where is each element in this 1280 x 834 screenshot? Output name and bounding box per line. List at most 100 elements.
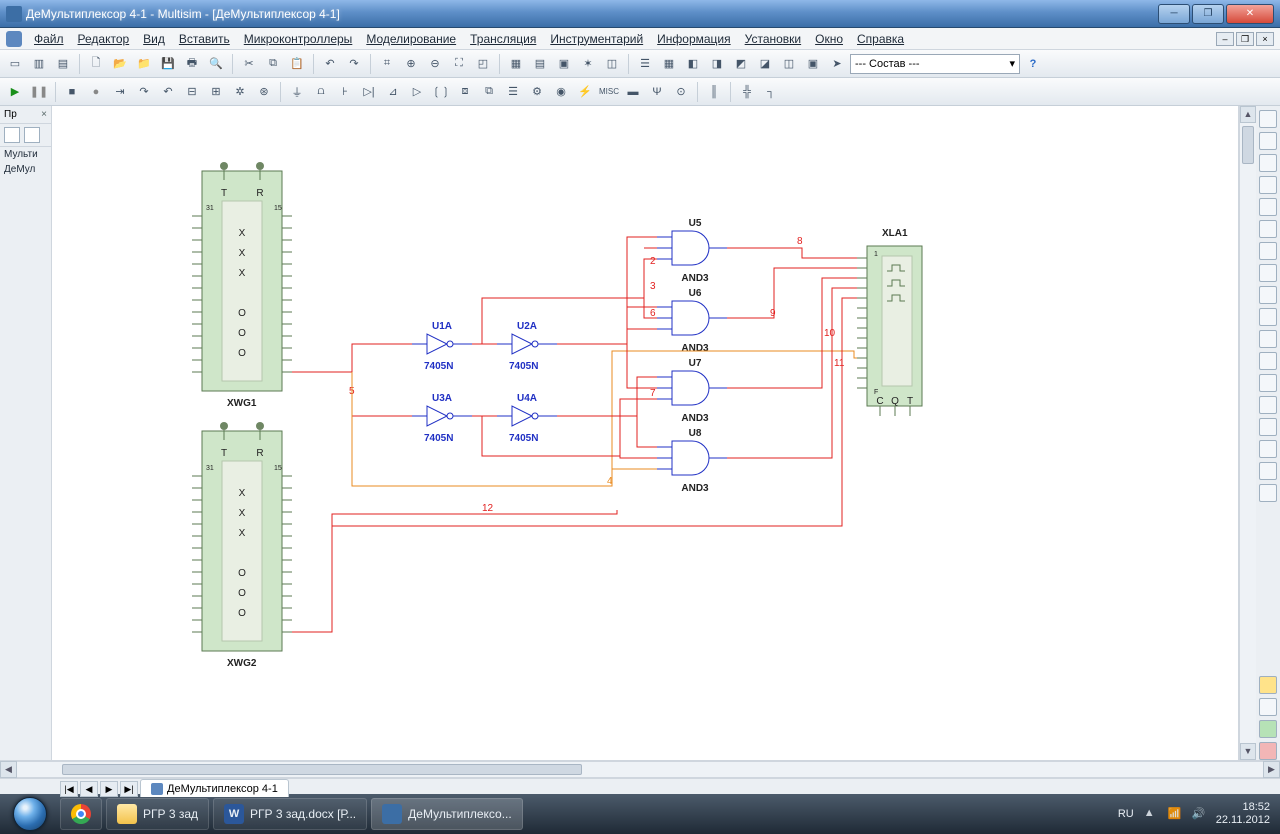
instr-tkosc-icon[interactable] [1259, 484, 1277, 502]
taskbar-chrome[interactable] [60, 798, 102, 830]
open-file-icon[interactable]: 📂 [109, 53, 131, 75]
zoom-in-icon[interactable]: ⊕ [400, 53, 422, 75]
window-close-button[interactable]: ✕ [1226, 4, 1274, 24]
taskbar-word[interactable]: WРГР 3 зад.docx [Р... [213, 798, 367, 830]
component-xwg1[interactable]: T R 31 15 X X X O O O XWG1 [192, 162, 292, 409]
place-wire-icon[interactable]: ┐ [760, 81, 782, 103]
sim-tool-b-icon[interactable]: ⊞ [205, 81, 227, 103]
print-preview-icon[interactable]: 🔍 [205, 53, 227, 75]
scroll-right-icon[interactable]: ▶ [1263, 761, 1280, 778]
component-u3a[interactable]: U3A 7405N [412, 393, 472, 444]
instr-current-icon[interactable] [1259, 698, 1277, 716]
print-icon[interactable]: 🖶 [181, 53, 203, 75]
cut-icon[interactable]: ✂ [238, 53, 260, 75]
grapher-icon[interactable]: ✶ [577, 53, 599, 75]
place-misc-icon[interactable]: ☰ [502, 81, 524, 103]
place-transistor-icon[interactable]: ⊿ [382, 81, 404, 103]
place-rf-icon[interactable]: ▬ [622, 81, 644, 103]
start-button[interactable] [4, 796, 56, 832]
step-out-icon[interactable]: ↶ [157, 81, 179, 103]
instr-agosc-icon[interactable] [1259, 462, 1277, 480]
place-component-icon[interactable]: ▦ [505, 53, 527, 75]
zoom-selection-icon[interactable]: ◰ [472, 53, 494, 75]
menu-help[interactable]: Справка [851, 30, 910, 48]
tray-volume-icon[interactable]: 🔊 [1192, 807, 1206, 821]
place-cmos-icon[interactable]: ⧈ [454, 81, 476, 103]
tab-nav-first[interactable]: |◀ [60, 781, 78, 797]
tool-f-icon[interactable]: ▣ [802, 53, 824, 75]
step-over-icon[interactable]: ↷ [133, 81, 155, 103]
sim-tool-c-icon[interactable]: ✲ [229, 81, 251, 103]
tool-d-icon[interactable]: ◪ [754, 53, 776, 75]
scroll-up-icon[interactable]: ▲ [1240, 106, 1256, 123]
instr-labview-icon[interactable] [1259, 676, 1277, 694]
component-u8[interactable]: U8 AND3 [657, 428, 727, 494]
run-icon[interactable]: ▶ [4, 81, 26, 103]
instr-network-icon[interactable] [1259, 396, 1277, 414]
toggle-legends-icon[interactable]: ☰ [634, 53, 656, 75]
component-u7[interactable]: U7 AND3 [657, 358, 727, 424]
compose-dropdown[interactable]: --- Состав ---▾ [850, 54, 1020, 74]
instr-probe-icon[interactable] [1259, 720, 1277, 738]
menu-transfer[interactable]: Трансляция [464, 30, 542, 48]
menu-options[interactable]: Установки [739, 30, 807, 48]
place-resistor-icon[interactable]: ⩍ [310, 81, 332, 103]
design-toolbox-close-icon[interactable]: × [41, 109, 47, 120]
instr-4scope-icon[interactable] [1259, 198, 1277, 216]
tool-b-icon[interactable]: ◨ [706, 53, 728, 75]
save-icon[interactable]: 💾 [157, 53, 179, 75]
component-u6[interactable]: U6 AND3 [657, 288, 727, 354]
spreadsheet-icon[interactable]: ▤ [529, 53, 551, 75]
scroll-left-icon[interactable]: ◀ [0, 761, 17, 778]
record-icon[interactable]: ● [85, 81, 107, 103]
design-tree-item-demul[interactable]: ДеМул [0, 162, 51, 177]
instr-logican-icon[interactable] [1259, 286, 1277, 304]
step-into-icon[interactable]: ⇥ [109, 81, 131, 103]
place-misc2-icon[interactable]: MISC [598, 81, 620, 103]
scroll-thumb-vertical[interactable] [1242, 126, 1254, 164]
place-indicator-icon[interactable]: ◉ [550, 81, 572, 103]
instr-wattmeter-icon[interactable] [1259, 154, 1277, 172]
instr-freq-icon[interactable] [1259, 242, 1277, 260]
redo-icon[interactable]: ↷ [343, 53, 365, 75]
taskbar-multisim[interactable]: ДеМультиплексо... [371, 798, 523, 830]
instr-distort-icon[interactable] [1259, 352, 1277, 370]
place-em-icon[interactable]: Ψ [646, 81, 668, 103]
instr-agmm-icon[interactable] [1259, 440, 1277, 458]
place-ttl-icon[interactable]: ❲❳ [430, 81, 452, 103]
component-xwg2[interactable]: T R 31 15 X X X O O O XWG2 [192, 422, 292, 669]
database-icon[interactable]: ▣ [553, 53, 575, 75]
taskbar-folder[interactable]: РГР 3 зад [106, 798, 209, 830]
undo-icon[interactable]: ↶ [319, 53, 341, 75]
menu-file[interactable]: Файл [28, 30, 70, 48]
component-u2a[interactable]: U2A 7405N [497, 321, 557, 372]
design-toolbox-tab1[interactable] [4, 127, 20, 143]
tool-e-icon[interactable]: ◫ [778, 53, 800, 75]
design-tree-item-multi[interactable]: Мульти [0, 147, 51, 162]
view-schematic-icon[interactable]: ▭ [4, 53, 26, 75]
tab-nav-next[interactable]: ▶ [100, 781, 118, 797]
paste-icon[interactable]: 📋 [286, 53, 308, 75]
tool-a-icon[interactable]: ◧ [682, 53, 704, 75]
mdi-minimize[interactable]: – [1216, 32, 1234, 46]
tab-nav-last[interactable]: ▶| [120, 781, 138, 797]
new-file-icon[interactable]: 🗋 [85, 53, 107, 75]
design-toolbox-tab2[interactable] [24, 127, 40, 143]
instr-wordgen-icon[interactable] [1259, 264, 1277, 282]
tray-flag-icon[interactable]: ▲ [1144, 807, 1158, 821]
component-u4a[interactable]: U4A 7405N [497, 393, 557, 444]
scroll-thumb-horizontal[interactable] [62, 764, 582, 775]
instr-bode-icon[interactable] [1259, 220, 1277, 238]
instr-spectrum-icon[interactable] [1259, 374, 1277, 392]
open-examples-icon[interactable]: 📁 [133, 53, 155, 75]
component-xla1[interactable]: 1 F C Q T XLA1 [857, 228, 922, 416]
menu-edit[interactable]: Редактор [72, 30, 136, 48]
mdi-restore[interactable]: ❐ [1236, 32, 1254, 46]
instr-scope-icon[interactable] [1259, 176, 1277, 194]
tool-arrow-icon[interactable]: ➤ [826, 53, 848, 75]
instr-multimeter-icon[interactable] [1259, 110, 1277, 128]
pause-icon[interactable]: ❚❚ [28, 81, 50, 103]
menu-tools[interactable]: Инструментарий [544, 30, 649, 48]
component-u1a[interactable]: U1A 7405N [412, 321, 472, 372]
zoom-fit-icon[interactable]: ⛶ [448, 53, 470, 75]
